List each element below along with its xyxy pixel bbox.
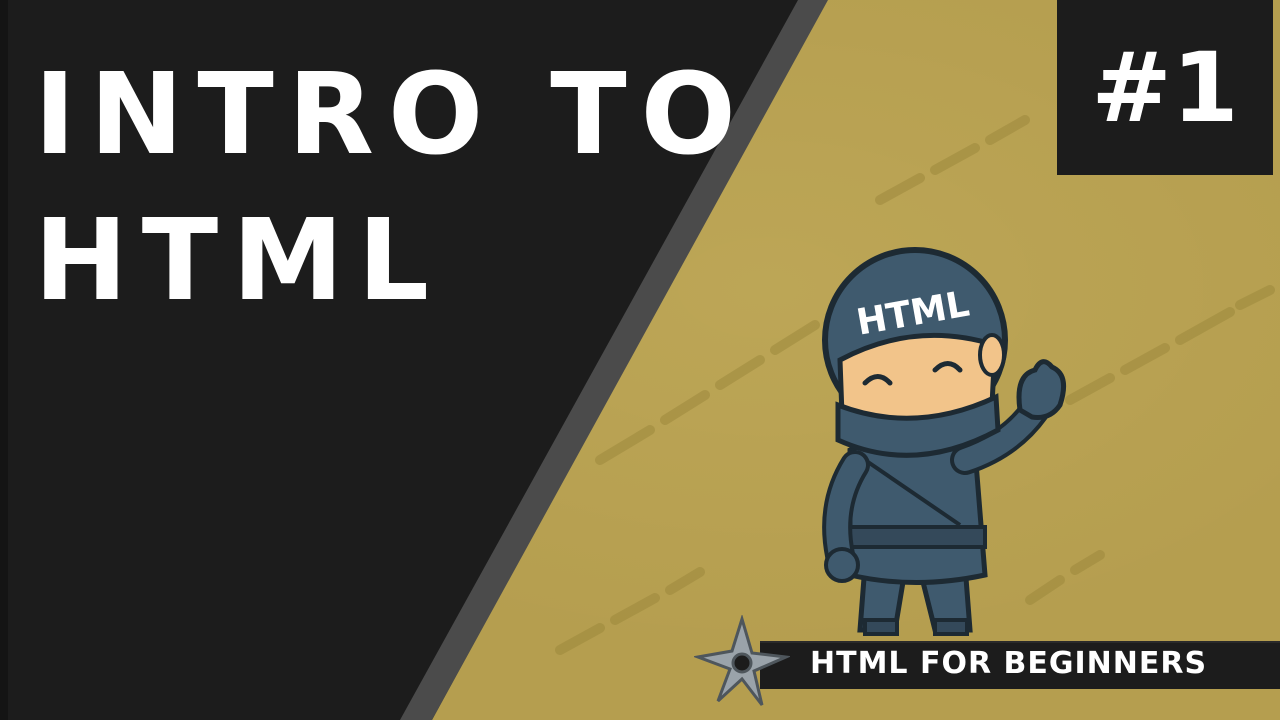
ninja-mascot: HTML xyxy=(770,235,1090,655)
thumbnail-title: INTRO TO HTML xyxy=(34,42,750,334)
banner-label: HTML FOR BEGINNERS xyxy=(810,646,1208,681)
series-banner: HTML FOR BEGINNERS xyxy=(694,615,1280,706)
episode-badge: #1 xyxy=(1057,0,1273,175)
title-line-1: INTRO TO xyxy=(34,50,750,180)
title-line-2: HTML xyxy=(34,196,443,326)
shuriken-icon xyxy=(694,615,790,706)
left-edge xyxy=(0,0,8,720)
